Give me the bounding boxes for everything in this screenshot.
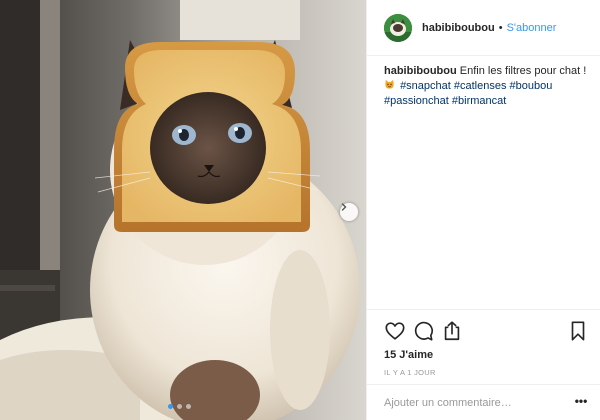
share-button[interactable] <box>441 320 463 342</box>
avatar-image <box>384 13 412 42</box>
hashtag-passionchat[interactable]: #passionchat <box>384 95 449 107</box>
chevron-right-icon <box>341 203 347 211</box>
hashtag-catlenses[interactable]: #catlenses <box>454 80 507 92</box>
comment-section: ••• <box>367 384 600 420</box>
likes-count[interactable]: 15 J'aime <box>384 349 433 361</box>
post-timestamp: IL Y A 1 JOUR <box>384 368 436 377</box>
carousel-dot-3 <box>186 404 191 409</box>
post-photo[interactable] <box>0 0 366 420</box>
hashtag-boubou[interactable]: #boubou <box>510 80 553 92</box>
carousel-next-button[interactable] <box>340 203 358 221</box>
actions-divider <box>367 309 600 310</box>
bookmark-icon <box>571 321 585 341</box>
caption-text: Enfin les filtres pour chat ! <box>459 65 587 77</box>
hashtag-birmancat[interactable]: #birmancat <box>452 95 506 107</box>
save-button[interactable] <box>567 320 589 342</box>
cat-photo-image <box>0 0 366 420</box>
avatar[interactable] <box>384 13 412 42</box>
comment-button[interactable] <box>412 320 434 342</box>
post-header: habibiboubou • S'abonner <box>367 0 600 56</box>
cat-emoji-icon <box>385 79 394 89</box>
more-options-button[interactable]: ••• <box>573 395 589 411</box>
like-button[interactable] <box>384 320 406 342</box>
header-separator: • <box>498 21 503 34</box>
post-panel: habibiboubou • S'abonner habibiboubou En… <box>366 0 600 420</box>
follow-button[interactable]: S'abonner <box>507 22 557 34</box>
caption: habibiboubou Enfin les filtres pour chat… <box>384 64 589 109</box>
heart-icon <box>385 322 405 340</box>
hashtag-snapchat[interactable]: #snapchat <box>400 80 451 92</box>
carousel-dot-1 <box>168 404 173 409</box>
carousel-indicator <box>168 404 191 410</box>
comment-input[interactable] <box>384 394 564 412</box>
comment-icon <box>414 321 434 341</box>
share-icon <box>444 321 460 341</box>
header-username[interactable]: habibiboubou <box>422 22 495 34</box>
carousel-dot-2 <box>177 404 182 409</box>
caption-username[interactable]: habibiboubou <box>384 65 457 77</box>
action-bar <box>384 320 589 344</box>
